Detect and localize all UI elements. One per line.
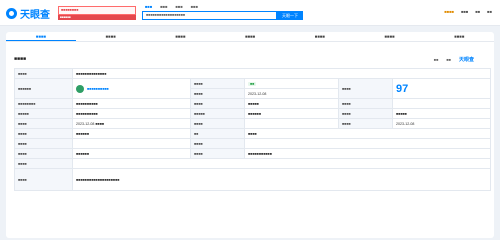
field-value: 97 (391, 78, 492, 99)
field-label: ■■■■■■■■ (14, 98, 73, 109)
promo-banner[interactable]: ■■■■■■■■ (58, 6, 136, 15)
field-value: ■■■■■■ (244, 108, 339, 119)
brand-tag: 天眼查 (458, 57, 474, 63)
field-value: ■■■■ (243, 128, 492, 139)
tab-company-background[interactable]: ■■■■ (6, 32, 76, 41)
brand-logo[interactable]: 天眼查 (6, 6, 50, 21)
tab-operation[interactable]: ■■■■ (285, 32, 355, 41)
table-row: ■■■■ ■■■■■■■■■■■■■■ (14, 68, 492, 79)
section-title: ■■■■ (14, 56, 27, 62)
field-value: ■■■■■■■■■■■ (243, 148, 492, 159)
table-row: ■■■■ (14, 158, 492, 169)
field-value: 2023-12-08 (244, 88, 339, 99)
search-type-tabs: ■■■ ■■■ ■■■ ■■■ (145, 4, 198, 9)
score-value[interactable]: 97 (396, 83, 408, 95)
eye-logo-icon (6, 7, 17, 19)
tab-ip[interactable]: ■■■■ (355, 32, 425, 41)
nav-link[interactable]: ■■■ (461, 9, 468, 14)
status-badge: ■■ (248, 81, 257, 86)
table-row: ■■■■ ■■■■■■■■■■■■■■■■■■■■ (14, 168, 492, 191)
search-input[interactable]: ■■■■■■■■■■■■■■■■■■ (142, 11, 277, 20)
field-value: ■■■■■ (391, 108, 492, 119)
field-value: ■■■■■■■■■■ (72, 108, 191, 119)
field-value: ■■■■■ (244, 98, 339, 109)
field-label: ■■■■ (14, 128, 73, 139)
field-label: ■■■■■ (14, 108, 73, 119)
field-value (71, 158, 492, 169)
business-info-table: ■■■■ ■■■■■■■■■■■■■■ ■■■■■■ ■■■■■■■■■■ ■■… (14, 68, 492, 191)
field-label: ■■■■■■ (14, 78, 73, 99)
field-label: ■■■■ (338, 78, 393, 99)
field-value (72, 138, 191, 149)
field-value (243, 138, 492, 149)
promo-subline[interactable]: ■■■■■■ (58, 15, 136, 20)
field-value: ■■■■■■■■■■■■■■ (71, 68, 492, 79)
field-value: ■■■■■■ (72, 128, 191, 139)
field-value: 2023-12-08 (391, 118, 492, 129)
field-label: ■■■■ (190, 138, 245, 149)
search-tab[interactable]: ■■■ (145, 4, 152, 9)
field-label: ■■■■ (190, 88, 245, 99)
nav-link[interactable]: ■■ (487, 9, 492, 14)
search-button[interactable]: 天眼一下 (277, 11, 303, 20)
field-value-link[interactable]: ■■■■■■■■■■ (87, 86, 109, 90)
field-label: ■■■■ (190, 98, 245, 109)
tab-risk[interactable]: ■■■■ (145, 32, 215, 41)
table-row: ■■■■ ■■■■■■ ■■ ■■■■ (14, 128, 492, 139)
vip-link[interactable]: ■■■■ (444, 9, 454, 14)
brand-name: 天眼查 (20, 9, 50, 21)
search-tab[interactable]: ■■■ (176, 4, 183, 9)
table-row: ■■■■ ■■■■■■ ■■■■ ■■■■■■■■■■■ (14, 148, 492, 159)
section-action[interactable]: ■■ (434, 58, 439, 62)
tab-legal[interactable]: ■■■■ (76, 32, 146, 41)
field-label: ■■■■ (190, 148, 245, 159)
table-row: ■■■■■■■■ ■■■■■■■■■■ ■■■■ ■■■■■ ■■■■ (14, 98, 492, 109)
avatar (76, 84, 84, 93)
table-row: ■■■■■■ ■■■■■■■■■■ ■■■■ ■■ ■■■■ 97 (14, 78, 492, 99)
field-label: ■■■■ (190, 118, 245, 129)
field-value: ■■■■■■ (72, 148, 191, 159)
field-label: ■■■■ (338, 118, 393, 129)
tab-history[interactable]: ■■■■ (424, 32, 494, 41)
field-value (391, 98, 492, 109)
table-row: ■■■■ 2023-12-08 ■■■■ ■■■■ ■■■■ 2023-12-0… (14, 118, 492, 129)
search-tab[interactable]: ■■■ (160, 4, 167, 9)
field-value: ■■■■■■■■■■ (72, 98, 191, 109)
field-value: ■■■■■■■■■■ (72, 78, 191, 99)
field-label: ■■■■ (14, 158, 73, 169)
nav-link[interactable]: ■■ (475, 9, 480, 14)
field-value: 2023-12-08 ■■■■ (72, 118, 191, 129)
field-value: ■■ (244, 78, 339, 89)
field-label: ■■■■ (338, 108, 393, 119)
field-label: ■■■■■ (190, 108, 245, 119)
field-value: ■■■■■■■■■■■■■■■■■■■■ (71, 168, 492, 191)
field-label: ■■ (190, 128, 245, 139)
field-label: ■■■■ (14, 138, 73, 149)
tab-development[interactable]: ■■■■ (215, 32, 285, 41)
field-label: ■■■■ (338, 98, 393, 109)
search-tab[interactable]: ■■■ (191, 4, 198, 9)
table-row: ■■■■■ ■■■■■■■■■■ ■■■■■ ■■■■■■ ■■■■ ■■■■■ (14, 108, 492, 119)
field-label: ■■■■ (14, 118, 73, 129)
field-label: ■■■■ (14, 68, 73, 79)
top-nav: ■■■■ ■■■ ■■ ■■ (444, 9, 492, 14)
company-subtabs: ■■■■ ■■■■ ■■■■ ■■■■ ■■■■ ■■■■ ■■■■ (6, 32, 494, 42)
section-action[interactable]: ■■ (446, 58, 451, 62)
section-actions: ■■ ■■ 天眼查 (434, 56, 474, 63)
field-label: ■■■■ (14, 168, 73, 191)
field-value (244, 118, 339, 129)
field-label: ■■■■ (14, 148, 73, 159)
table-row: ■■■■ ■■■■ (14, 138, 492, 149)
field-label: ■■■■ (190, 78, 245, 89)
top-bar: 天眼查 ■■■■■■■■ ■■■■■■ ■■■ ■■■ ■■■ ■■■ ■■■■… (0, 0, 500, 26)
